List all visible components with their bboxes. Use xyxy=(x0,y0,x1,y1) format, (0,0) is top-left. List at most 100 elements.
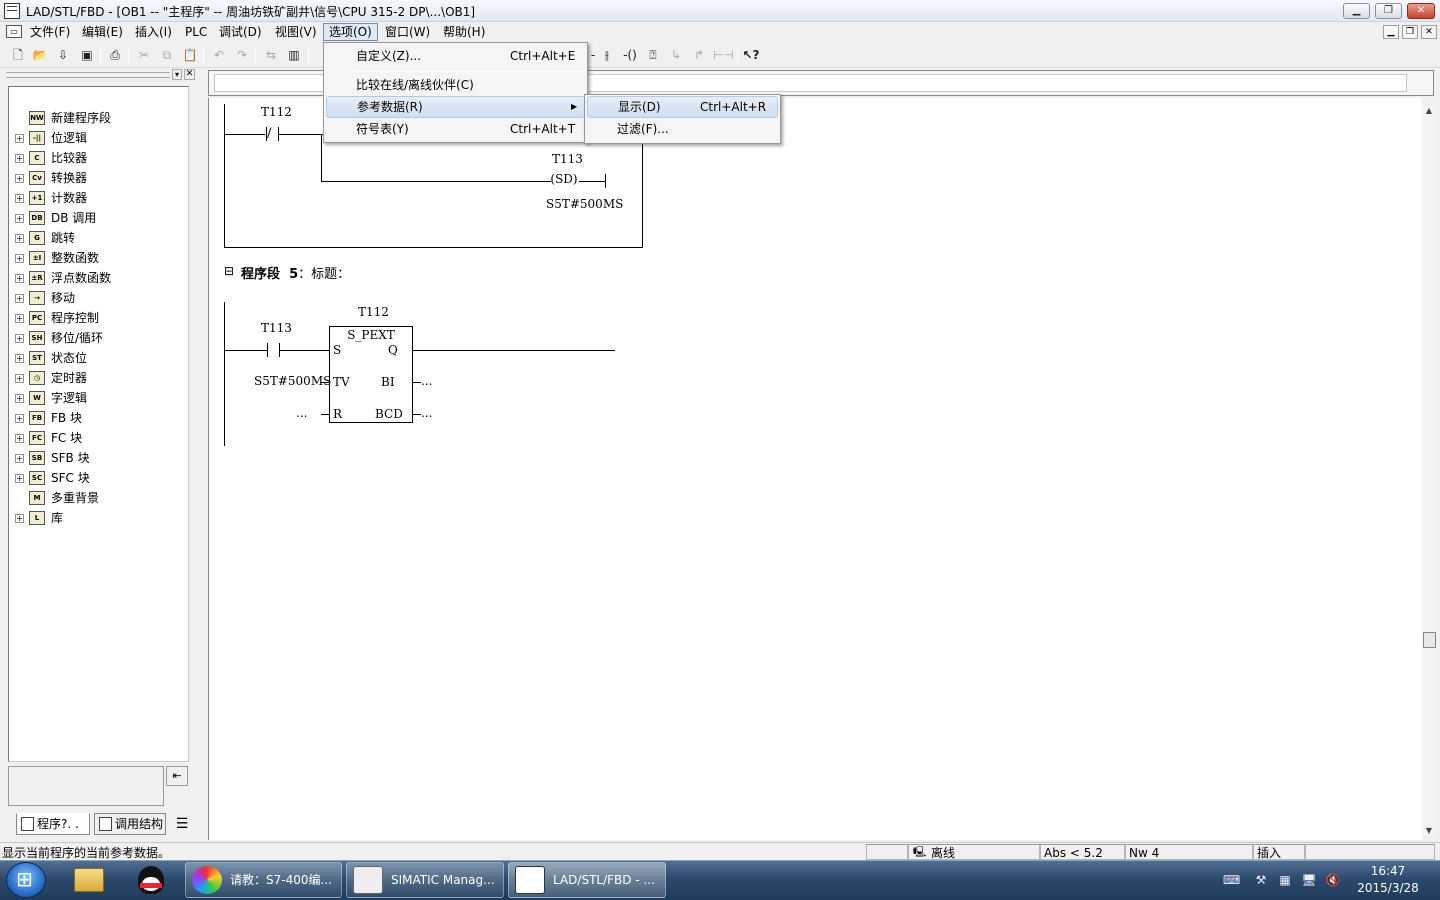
tree-item[interactable]: M 多重背景 xyxy=(9,488,187,508)
tree-item[interactable]: + FC FC 块 xyxy=(9,428,187,448)
expand-icon[interactable]: + xyxy=(15,274,24,283)
volume-muted-icon[interactable]: 🔇 xyxy=(1325,872,1341,888)
network-collapse-icon[interactable]: ⊟ xyxy=(224,264,234,278)
menu-window[interactable]: 窗口(W) xyxy=(380,23,435,41)
qq-pinned-icon[interactable] xyxy=(126,863,176,897)
branch-open-icon[interactable]: ↳ xyxy=(667,46,685,64)
restore-button[interactable]: ❐ xyxy=(1375,3,1402,19)
tree-item[interactable]: + FB FB 块 xyxy=(9,408,187,428)
taskbar-task-browser[interactable]: 请教：S7-400编... xyxy=(185,862,342,898)
minimize-button[interactable]: ▁ xyxy=(1343,3,1370,19)
open-icon[interactable]: 📂 xyxy=(31,46,49,64)
tree-item[interactable]: + ◷ 定时器 xyxy=(9,368,187,388)
paste-icon[interactable]: 📋 xyxy=(181,46,199,64)
scroll-up-arrow-icon[interactable]: ▲ xyxy=(1422,104,1436,118)
editor-vertical-scrollbar[interactable] xyxy=(1422,104,1436,836)
tv-value[interactable]: S5T#500MS xyxy=(254,374,331,388)
connection-icon[interactable]: ⊢⊣ xyxy=(713,46,734,64)
tree-item[interactable]: + +1 计数器 xyxy=(9,188,187,208)
mdi-restore-button[interactable]: ❐ xyxy=(1402,25,1418,39)
expand-icon[interactable]: + xyxy=(15,514,24,523)
monitor-icon[interactable]: ⇆ xyxy=(262,46,280,64)
menu-options[interactable]: 选项(O) xyxy=(323,23,378,41)
box-icon[interactable]: ⍰ xyxy=(644,46,662,64)
help-icon[interactable]: ↖? xyxy=(742,46,760,64)
mdi-close-button[interactable]: ✕ xyxy=(1421,25,1437,39)
expand-icon[interactable]: + xyxy=(15,434,24,443)
expand-icon[interactable]: + xyxy=(15,314,24,323)
sd-coil-t113[interactable]: (SD) xyxy=(549,172,579,186)
tools-tray-icon[interactable]: ⚒ xyxy=(1253,872,1269,888)
menu-item-customize[interactable]: 自定义(Z)... Ctrl+Alt+E xyxy=(326,45,585,67)
tree-item[interactable]: + C 比较器 xyxy=(9,148,187,168)
coil-icon[interactable]: -() xyxy=(621,46,639,64)
download-icon[interactable]: ⇩ xyxy=(54,46,72,64)
menu-plc[interactable]: PLC xyxy=(180,23,212,41)
menu-edit[interactable]: 编辑(E) xyxy=(77,23,128,41)
tree-item[interactable]: + ST 状态位 xyxy=(9,348,187,368)
tree-item[interactable]: + SB SFB 块 xyxy=(9,448,187,468)
panel-close-button[interactable]: ✕ xyxy=(184,69,195,80)
tree-item[interactable]: NW 新建程序段 xyxy=(9,108,187,128)
branch-close-icon[interactable]: ↱ xyxy=(690,46,708,64)
expand-icon[interactable]: + xyxy=(15,254,24,263)
insert-element-button[interactable]: ⇤ xyxy=(166,766,188,786)
tab-program-elements[interactable]: 程序?. . xyxy=(16,813,90,835)
new-icon[interactable]: 🗋 xyxy=(9,46,27,64)
close-button[interactable]: ✕ xyxy=(1407,3,1435,19)
tree-item[interactable]: + Cv 转换器 xyxy=(9,168,187,188)
taskbar-task-simatic-manager[interactable]: SIMATIC Manag... xyxy=(346,862,504,898)
menu-help[interactable]: 帮助(H) xyxy=(438,23,490,41)
keyboard-tray-icon[interactable]: ⌨ xyxy=(1223,872,1240,888)
cut-icon[interactable]: ✂ xyxy=(135,46,153,64)
taskbar-clock[interactable]: 16:47 2015/3/28 xyxy=(1348,863,1428,897)
module-icon[interactable]: ▥ xyxy=(285,46,303,64)
nc-contact-icon[interactable]: ⫲ xyxy=(598,46,616,64)
mdi-minimize-button[interactable]: ▁ xyxy=(1383,25,1399,39)
bi-value[interactable]: ... xyxy=(421,374,432,388)
expand-icon[interactable]: + xyxy=(15,214,24,223)
expand-icon[interactable]: + xyxy=(15,294,24,303)
scroll-down-arrow-icon[interactable]: ▼ xyxy=(1422,824,1436,838)
expand-icon[interactable]: + xyxy=(15,334,24,343)
expand-icon[interactable]: + xyxy=(15,374,24,383)
tree-item[interactable]: + -|| 位逻辑 xyxy=(9,128,187,148)
expand-icon[interactable]: + xyxy=(15,134,24,143)
expand-icon[interactable]: + xyxy=(15,474,24,483)
copy-icon[interactable]: ⧉ xyxy=(158,46,176,64)
expand-icon[interactable]: + xyxy=(15,154,24,163)
panel-menu-button[interactable]: ▾ xyxy=(172,69,182,80)
menu-item-symbol-table[interactable]: 符号表(Y) Ctrl+Alt+T xyxy=(326,118,585,140)
explorer-pinned-icon[interactable] xyxy=(64,863,114,897)
tree-item[interactable]: + ±I 整数函数 xyxy=(9,248,187,268)
menu-debug[interactable]: 调试(D) xyxy=(214,23,267,41)
nc-contact-t112[interactable]: / xyxy=(267,126,271,141)
start-button[interactable] xyxy=(6,862,46,898)
menu-view[interactable]: 视图(V) xyxy=(270,23,322,41)
network-tray-icon[interactable]: 🖥 xyxy=(1301,872,1317,888)
panel-grip[interactable] xyxy=(6,72,170,78)
tree-item[interactable]: + SC SFC 块 xyxy=(9,468,187,488)
tree-item[interactable]: + SH 移位/循环 xyxy=(9,328,187,348)
taskbar-task-lad-stl-fbd[interactable]: LAD/STL/FBD - ... xyxy=(508,862,666,898)
child-window-icon[interactable]: ▭ xyxy=(6,25,22,38)
menu-item-display[interactable]: 显示(D) Ctrl+Alt+R xyxy=(587,96,778,118)
expand-icon[interactable]: + xyxy=(15,194,24,203)
expand-icon[interactable]: + xyxy=(15,354,24,363)
menu-insert[interactable]: 插入(I) xyxy=(130,23,177,41)
menu-file[interactable]: 文件(F) xyxy=(25,23,75,41)
tab-call-structure[interactable]: 调用结构 xyxy=(94,813,166,835)
ladder-editor[interactable]: T112 / T113 (SD) S5T#500MS ⊟ 程序段 5：标题： T… xyxy=(208,98,1422,840)
save-icon[interactable]: ▣ xyxy=(78,46,96,64)
print-icon[interactable]: ⎙ xyxy=(106,46,124,64)
language-tray-icon[interactable]: ▦ xyxy=(1277,872,1293,888)
expand-icon[interactable]: + xyxy=(15,174,24,183)
menu-item-filter[interactable]: 过滤(F)... xyxy=(587,118,778,140)
tree-item[interactable]: + ±R 浮点数函数 xyxy=(9,268,187,288)
tree-item[interactable]: + G 跳转 xyxy=(9,228,187,248)
bcd-value[interactable]: ... xyxy=(421,406,432,420)
tree-item[interactable]: + L 库 xyxy=(9,508,187,528)
redo-icon[interactable]: ↷ xyxy=(233,46,251,64)
expand-icon[interactable]: + xyxy=(15,394,24,403)
list-view-icon[interactable]: ☰ xyxy=(172,815,192,835)
